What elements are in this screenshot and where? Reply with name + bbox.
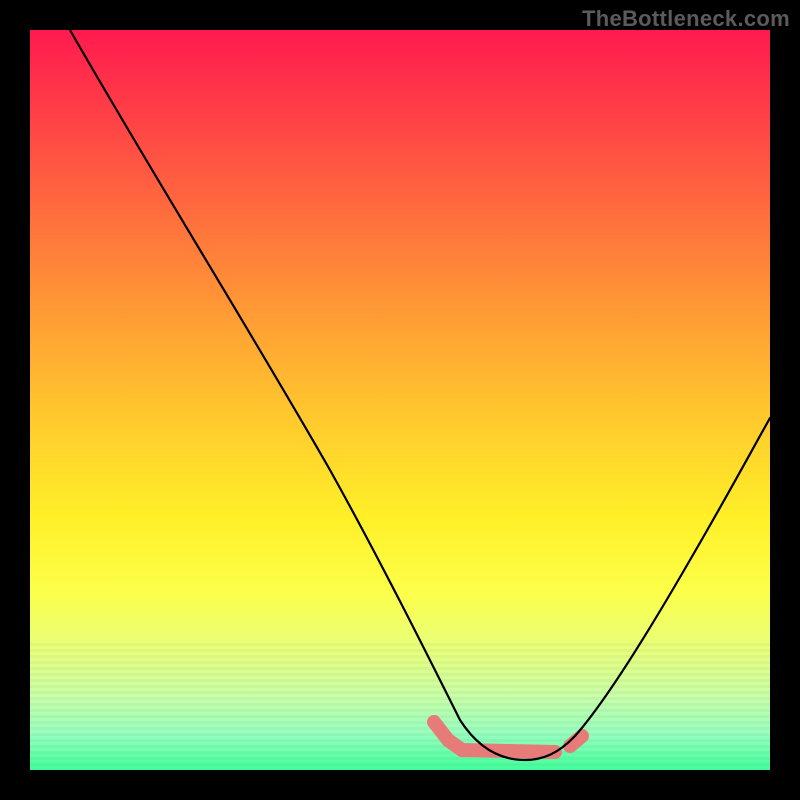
watermark-text: TheBottleneck.com <box>582 6 790 32</box>
chart-overlay-svg <box>30 30 770 770</box>
optimal-range-marker <box>434 722 582 752</box>
chart-stage: TheBottleneck.com <box>0 0 800 800</box>
plot-area <box>30 30 770 770</box>
bottleneck-curve <box>70 30 770 760</box>
